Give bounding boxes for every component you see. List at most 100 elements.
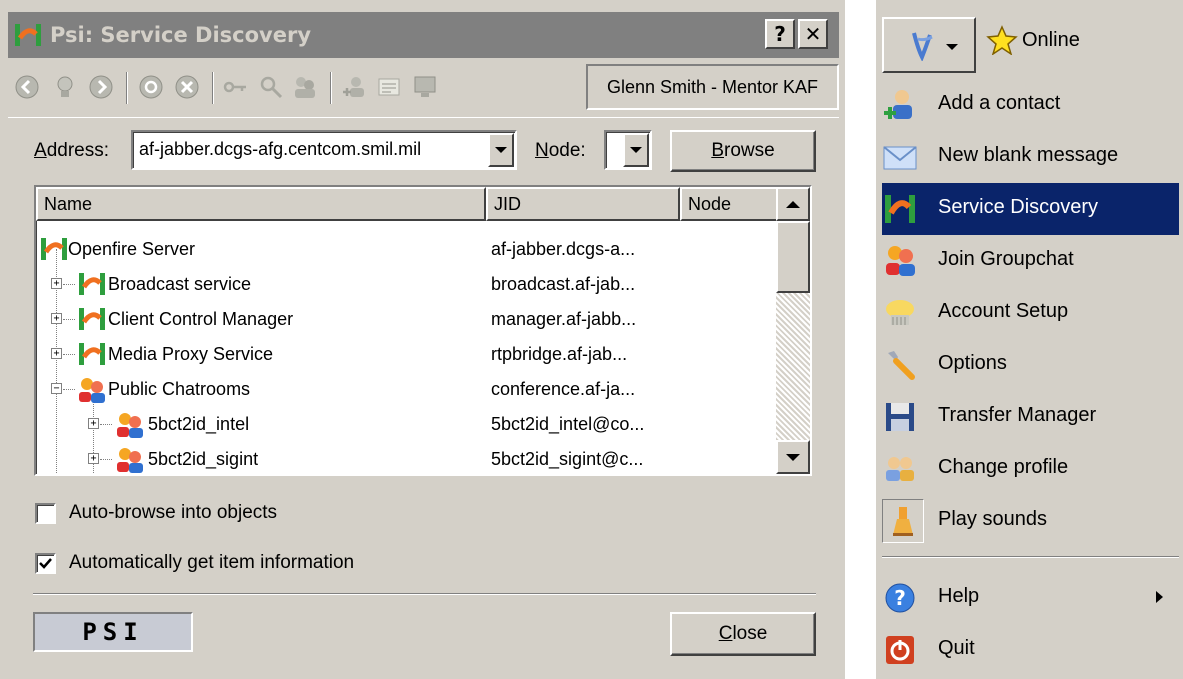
menu-button[interactable]	[882, 17, 976, 73]
collapse-icon[interactable]: −	[51, 383, 62, 394]
tree-line	[63, 389, 75, 390]
menu-item-play-sounds[interactable]: Play sounds	[882, 495, 1179, 547]
add-contact-icon	[884, 90, 912, 119]
auto-browse-checkbox[interactable]	[35, 503, 56, 524]
add-contact-icon[interactable]	[342, 74, 368, 100]
row-jid: af-jabber.dcgs-a...	[491, 239, 636, 259]
refresh-icon[interactable]	[138, 74, 164, 100]
menu-item-transfer-manager[interactable]: Transfer Manager	[882, 391, 1179, 443]
tree-row[interactable]: − Public Chatrooms conference.af-ja...	[36, 372, 778, 408]
node-combobox[interactable]	[604, 130, 652, 170]
execute-command-icon[interactable]	[412, 74, 438, 100]
groupchat-icon	[117, 413, 143, 438]
groupchat-icon	[886, 246, 915, 276]
menu-item-label: Help	[938, 585, 980, 607]
menu-item-label: Quit	[938, 637, 975, 659]
menu-item-change-profile[interactable]: Change profile	[882, 443, 1179, 495]
menu-item-options[interactable]: Options	[882, 339, 1179, 391]
status-label: Online	[1022, 28, 1080, 51]
vertical-scrollbar[interactable]	[776, 187, 810, 474]
node-label: Node:	[535, 140, 586, 161]
column-header-node[interactable]: Node	[680, 187, 778, 221]
service-icon	[79, 308, 105, 330]
groupchat-icon	[117, 448, 143, 473]
auto-info-checkbox[interactable]	[35, 553, 56, 574]
search-icon[interactable]	[258, 74, 284, 100]
groupchat-icon	[79, 378, 105, 403]
close-window-button[interactable]: ✕	[798, 19, 828, 49]
expand-icon[interactable]: +	[88, 453, 99, 464]
address-dropdown-button[interactable]	[488, 133, 514, 167]
close-label: Close	[718, 623, 768, 644]
wrench-icon	[888, 351, 915, 380]
submenu-arrow-icon	[1156, 591, 1163, 603]
menu-item-label: New blank message	[938, 144, 1119, 166]
tree-row[interactable]: + Media Proxy Service rtpbridge.af-jab..…	[36, 337, 778, 373]
toolbar-separator	[212, 72, 214, 104]
status-bar: Online	[882, 17, 1172, 73]
close-button[interactable]: Close	[670, 612, 816, 656]
status-selector[interactable]: Online	[986, 25, 1080, 55]
address-label: Address:	[34, 140, 109, 161]
menu-item-service-discovery[interactable]: Service Discovery	[882, 183, 1179, 235]
tree-row[interactable]: Openfire Server af-jabber.dcgs-a...	[36, 232, 778, 268]
back-icon[interactable]	[14, 74, 40, 100]
tree-row[interactable]: + 5bct2id_sigint 5bct2id_sigint@c...	[36, 442, 778, 474]
chevron-down-icon	[946, 44, 958, 50]
row-jid: broadcast.af-jab...	[491, 274, 636, 294]
menu-item-quit[interactable]: Quit	[882, 624, 1179, 676]
auto-info-label: Automatically get item information	[69, 552, 355, 573]
menu-item-account-setup[interactable]: Account Setup	[882, 287, 1179, 339]
column-header-name[interactable]: Name	[36, 187, 486, 221]
register-icon[interactable]	[222, 74, 248, 100]
envelope-icon	[883, 146, 917, 170]
lightbulb-icon[interactable]	[52, 74, 78, 100]
arrow-up-icon	[786, 200, 800, 208]
address-combobox[interactable]: af-jabber.dcgs-afg.centcom.smil.mil	[131, 130, 517, 170]
arrow-down-icon	[786, 453, 800, 461]
chevron-down-icon	[630, 147, 642, 153]
tree-row[interactable]: + Broadcast service broadcast.af-jab...	[36, 267, 778, 303]
service-discovery-dialog: Psi: Service Discovery ? ✕ Glenn Smith -…	[0, 0, 845, 679]
column-header-jid[interactable]: JID	[486, 187, 680, 221]
row-name: Openfire Server	[68, 239, 196, 259]
expand-icon[interactable]: +	[51, 313, 62, 324]
row-jid: 5bct2id_sigint@c...	[491, 449, 644, 469]
help-button[interactable]: ?	[765, 19, 795, 49]
menu-item-join-groupchat[interactable]: Join Groupchat	[882, 235, 1179, 287]
stop-icon[interactable]	[174, 74, 200, 100]
menu-item-label: Options	[938, 352, 1007, 374]
forward-icon[interactable]	[88, 74, 114, 100]
menu-item-add-contact[interactable]: Add a contact	[882, 79, 1179, 131]
row-name: Public Chatrooms	[108, 379, 251, 399]
vcard-icon[interactable]	[376, 74, 402, 100]
menu-item-help[interactable]: ? Help	[882, 572, 1179, 624]
auto-browse-label: Auto-browse into objects	[69, 502, 278, 523]
scroll-thumb[interactable]	[776, 221, 810, 293]
divider	[33, 593, 816, 595]
join-groupchat-icon[interactable]	[292, 74, 318, 100]
browse-button[interactable]: Browse	[670, 130, 816, 172]
row-jid: rtpbridge.af-jab...	[491, 344, 628, 364]
title-bar[interactable]: Psi: Service Discovery ? ✕	[8, 12, 839, 58]
tree-row[interactable]: + Client Control Manager manager.af-jabb…	[36, 302, 778, 338]
main-menu: Online Add a contact New blank message S…	[874, 0, 1183, 679]
scroll-up-button[interactable]	[776, 187, 810, 221]
service-tree[interactable]: Name JID Node Openfire Server af-jabber.…	[34, 185, 812, 476]
account-setup-icon	[886, 300, 914, 325]
scroll-down-button[interactable]	[776, 440, 810, 474]
toolbar-separator	[126, 72, 128, 104]
expand-icon[interactable]: +	[88, 418, 99, 429]
menu-item-new-message[interactable]: New blank message	[882, 131, 1179, 183]
menu-item-label: Join Groupchat	[938, 248, 1074, 270]
profile-icon	[886, 457, 914, 481]
node-dropdown-button[interactable]	[623, 133, 649, 167]
menu-item-label: Transfer Manager	[938, 404, 1097, 426]
psi-logo: PSI	[33, 612, 193, 652]
svg-text:?: ?	[894, 586, 906, 610]
quit-icon	[886, 636, 914, 664]
service-icon	[79, 343, 105, 365]
expand-icon[interactable]: +	[51, 278, 62, 289]
tree-row[interactable]: + 5bct2id_intel 5bct2id_intel@co...	[36, 407, 778, 443]
expand-icon[interactable]: +	[51, 348, 62, 359]
